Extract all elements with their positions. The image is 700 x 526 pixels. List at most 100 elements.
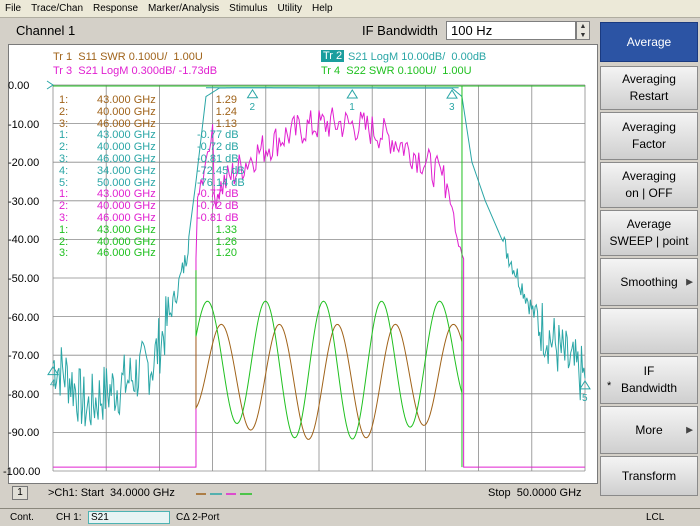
y-tick-label: -60.00 — [8, 311, 40, 324]
reference-status: LCL — [646, 512, 665, 523]
softkey-label: Averaging — [622, 120, 676, 134]
y-tick-label: -80.00 — [8, 388, 40, 401]
menu-utility[interactable]: Utility — [273, 3, 307, 14]
sweep-mode: Cont. — [10, 512, 34, 523]
softkey-label: Restart — [629, 89, 669, 103]
y-tick-label: 0.00 — [8, 80, 30, 92]
marker-frequency: 43.000 GHz — [97, 223, 156, 236]
marker-label: 5 — [582, 393, 588, 404]
ifbw-label: IF Bandwidth — [362, 23, 438, 38]
softkey-label: Average — [626, 217, 672, 231]
trace-2-active-box[interactable]: Tr 2 — [321, 50, 345, 62]
marker-number: 3: — [59, 211, 69, 224]
trace-1-line — [195, 270, 463, 440]
softkey-if-bandwidth[interactable]: IF Bandwidth * — [600, 356, 698, 404]
spin-down-icon[interactable]: ▼ — [577, 31, 589, 40]
softkey-label: Smoothing — [620, 274, 678, 289]
marker-label: 4 — [50, 379, 56, 390]
marker-row: 3: 46.000 GHz -0.81 dB — [59, 211, 239, 225]
trace-color-legend — [196, 493, 252, 495]
y-tick-label: -40.00 — [8, 234, 40, 247]
chevron-right-icon: ▶ — [686, 424, 693, 435]
marker-value: 1.33 — [215, 223, 237, 236]
y-tick-label: -30.00 — [8, 195, 40, 208]
stop-frequency[interactable]: Stop 50.0000 GHz — [488, 487, 582, 499]
calibration-status: CΔ 2-Port — [176, 512, 220, 523]
menu-stimulus[interactable]: Stimulus — [224, 3, 272, 14]
marker-number: 3: — [59, 247, 69, 260]
y-tick-label: -70.00 — [8, 350, 40, 363]
softkey-label: Factor — [631, 137, 666, 151]
marker-number: 2: — [59, 105, 69, 118]
softkey-blank[interactable] — [600, 308, 698, 354]
softkey-label: Averaging — [622, 72, 676, 86]
active-parameter[interactable]: S21 — [88, 511, 170, 524]
trace-2-header[interactable]: S21 LogM 10.00dB/ 0.00dB — [345, 51, 486, 63]
ifbw-spinner[interactable]: ▲ ▼ — [576, 21, 590, 40]
softkey-transform[interactable]: Transform — [600, 456, 698, 496]
softkey-averaging-restart[interactable]: Averaging Restart — [600, 66, 698, 110]
softkey-smoothing[interactable]: Smoothing ▶ — [600, 258, 698, 306]
marker-triangle — [246, 88, 259, 99]
softkey-label: SWEEP | point — [609, 234, 689, 248]
y-tick-label: -20.00 — [8, 157, 40, 170]
marker-row: 1: 43.000 GHz 1.33 — [59, 223, 237, 237]
channel-status: CH 1: — [56, 512, 82, 523]
entry-bar: Channel 1 IF Bandwidth 100 Hz ▲ ▼ — [0, 18, 598, 44]
y-tick-label: -10.00 — [8, 118, 40, 131]
marker-label: 1 — [349, 102, 355, 113]
spin-up-icon[interactable]: ▲ — [577, 22, 589, 31]
softkey-averaging-on-off[interactable]: Averaging on | OFF — [600, 162, 698, 208]
softkey-label: Averaging — [622, 169, 676, 183]
marker-row: 2: 40.000 GHz 1.24 — [59, 105, 237, 119]
trace-3-header[interactable]: Tr 3 S21 LogM 0.300dB/ -1.73dB — [53, 65, 217, 77]
marker-row: 4: 34.000 GHz -72.45 dB — [59, 164, 245, 178]
marker-number: 3: — [59, 152, 69, 165]
softkey-more[interactable]: More ▶ — [600, 406, 698, 454]
softkey-label: IF — [643, 364, 655, 378]
marker-value: 1.20 — [215, 247, 237, 260]
menu-help[interactable]: Help — [307, 3, 338, 14]
marker-frequency: 46.000 GHz — [97, 152, 156, 165]
marker-frequency: 34.000 GHz — [97, 164, 156, 177]
marker-triangle — [346, 89, 359, 99]
marker-label: 3 — [449, 102, 455, 113]
trace-1-header[interactable]: Tr 1 S11 SWR 0.100U/ 1.00U — [53, 51, 203, 63]
channel-number[interactable]: 1 — [12, 486, 28, 500]
y-tick-label: -100.00 — [3, 466, 41, 478]
menu-response[interactable]: Response — [88, 3, 143, 14]
softkey-averaging-factor[interactable]: Averaging Factor — [600, 112, 698, 160]
start-frequency[interactable]: >Ch1: Start 34.0000 GHz — [48, 487, 175, 499]
marker-value: -72.45 dB — [197, 164, 245, 177]
menu-marker-analysis[interactable]: Marker/Analysis — [143, 3, 224, 14]
trace-4-line — [195, 270, 463, 440]
softkey-average[interactable]: Average — [600, 22, 698, 62]
softkey-label: Average — [626, 34, 672, 49]
softkey-label: More — [635, 422, 663, 437]
marker-number: 1: — [59, 223, 69, 236]
softkey-label: Bandwidth — [620, 381, 678, 395]
marker-frequency: 40.000 GHz — [97, 105, 156, 118]
marker-frequency: 46.000 GHz — [97, 247, 156, 260]
y-tick-label: -90.00 — [8, 427, 40, 440]
softkey-label: on | OFF — [625, 186, 673, 200]
marker-frequency: 46.000 GHz — [97, 211, 156, 224]
marker-row: 3: 46.000 GHz -0.81 dB — [59, 152, 239, 166]
status-bar: Cont. CH 1: S21 CΔ 2-Port LCL — [0, 508, 700, 526]
marker-number: 4: — [59, 164, 69, 177]
marker-value: 1.24 — [215, 105, 237, 118]
menu-file[interactable]: File — [0, 3, 26, 14]
ifbw-input[interactable]: 100 Hz — [446, 21, 576, 40]
marker-value: -0.81 dB — [197, 152, 239, 165]
softkey-label: Transform — [621, 468, 677, 483]
menu-trace-chan[interactable]: Trace/Chan — [26, 3, 88, 14]
plot-area[interactable]: 1 2 3 4 5 Tr 1 S11 SWR 0.100U/ 1.00U Tr 3 S2… — [8, 44, 598, 484]
chevron-right-icon: ▶ — [686, 276, 693, 287]
y-tick-label: -50.00 — [8, 273, 40, 285]
softkey-average-sweep-point[interactable]: Average SWEEP | point — [600, 210, 698, 256]
marker-label: 2 — [250, 102, 256, 113]
marker-value: -0.81 dB — [197, 211, 239, 224]
active-indicator: * — [607, 380, 612, 392]
vna-app-window: File Trace/Chan Response Marker/Analysis… — [0, 0, 700, 526]
trace-4-header[interactable]: Tr 4 S22 SWR 0.100U/ 1.00U — [321, 65, 472, 77]
